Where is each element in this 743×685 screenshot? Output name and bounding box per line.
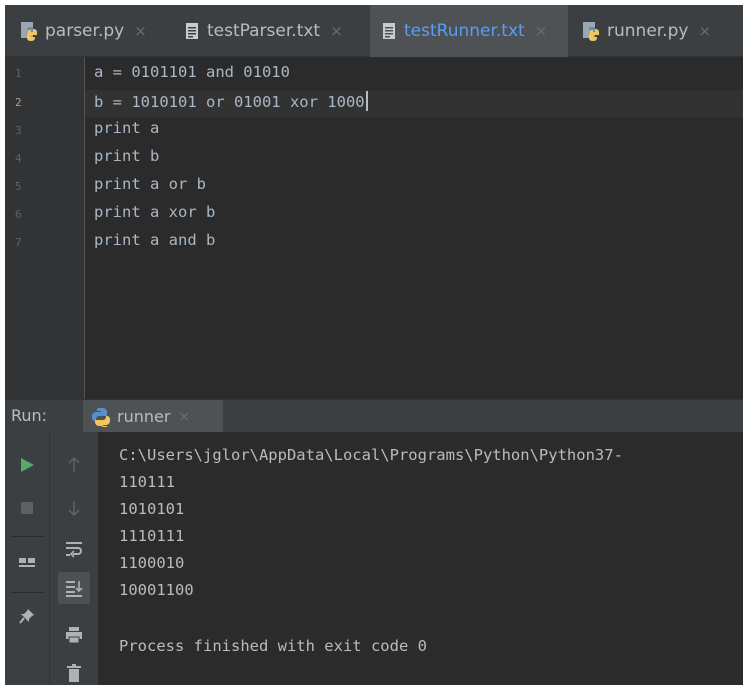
run-label: Run:: [11, 406, 48, 425]
console-output-line: 110111: [119, 473, 175, 491]
scroll-to-end-button[interactable]: [58, 572, 90, 604]
console-output-line: 1110111: [119, 527, 185, 545]
line-number: 3: [15, 124, 22, 137]
previous-occurrence-button[interactable]: [61, 452, 87, 478]
line-number: 7: [15, 236, 22, 249]
close-tab-icon[interactable]: ×: [178, 409, 190, 425]
python-file-icon: [583, 22, 599, 41]
code-line[interactable]: print a and b: [94, 231, 215, 249]
line-number: 1: [15, 67, 22, 80]
python-icon: [92, 407, 110, 427]
soft-wrap-button[interactable]: [61, 536, 87, 562]
tab-parser-py[interactable]: parser.py ×: [19, 5, 147, 57]
run-tab-runner[interactable]: runner ×: [83, 400, 223, 433]
close-tab-icon[interactable]: ×: [134, 22, 147, 40]
editor-tab-bar: parser.py × testParser.txt × testRunner.…: [5, 5, 743, 57]
line-number-gutter: 1 2 3 4 5 6 7: [5, 57, 85, 399]
code-line[interactable]: print a or b: [94, 175, 206, 193]
text-file-icon: [186, 23, 198, 39]
layout-icon: [19, 558, 35, 567]
close-tab-icon[interactable]: ×: [330, 22, 343, 40]
next-occurrence-button[interactable]: [61, 495, 87, 521]
stop-button[interactable]: [14, 495, 40, 521]
python-file-icon: [21, 22, 37, 41]
tab-label: testRunner.txt: [404, 21, 525, 41]
console-exit-message: Process finished with exit code 0: [119, 637, 427, 655]
console-output-line: C:\Users\jglor\AppData\Local\Programs\Py…: [119, 446, 623, 464]
code-line[interactable]: print b: [94, 147, 159, 165]
tab-label: parser.py: [45, 21, 125, 41]
run-toolbar-left: [5, 432, 50, 685]
toolbar-separator: [11, 536, 44, 537]
line-number: 6: [15, 208, 22, 221]
tab-label: testParser.txt: [207, 21, 321, 41]
tab-testrunner-txt[interactable]: testRunner.txt ×: [370, 5, 568, 57]
run-toolbar-right: [50, 432, 98, 685]
scroll-to-end-icon: [66, 581, 83, 597]
tab-testparser-txt[interactable]: testParser.txt ×: [185, 5, 343, 57]
close-tab-icon[interactable]: ×: [535, 22, 548, 40]
code-line[interactable]: a = 0101101 and 01010: [94, 63, 290, 81]
ide-window: parser.py × testParser.txt × testRunner.…: [5, 5, 743, 685]
clear-all-button[interactable]: [61, 660, 87, 685]
run-tool-window-header: Run: runner ×: [5, 399, 743, 433]
console-output-line: 1010101: [119, 500, 185, 518]
text-caret: [365, 91, 368, 111]
run-icon: [21, 458, 34, 472]
print-button[interactable]: [61, 622, 87, 648]
pin-tab-button[interactable]: [14, 603, 40, 629]
code-line[interactable]: print a: [94, 119, 159, 137]
pin-icon: [19, 609, 34, 624]
tab-runner-py[interactable]: runner.py ×: [581, 5, 711, 57]
print-icon: [66, 627, 82, 644]
code-line-current[interactable]: b = 1010101 or 01001 xor 1000: [94, 91, 368, 111]
run-tab-label: runner: [117, 407, 171, 426]
console-output-line: 1100010: [119, 554, 185, 572]
toolbar-separator: [11, 592, 44, 593]
layout-button[interactable]: [14, 549, 40, 575]
up-arrow-icon: [68, 457, 80, 472]
code-editor[interactable]: 1 2 3 4 5 6 7 a = 0101101 and 01010 b = …: [5, 57, 743, 399]
stop-icon: [21, 502, 33, 514]
rerun-button[interactable]: [14, 452, 40, 478]
close-tab-icon[interactable]: ×: [698, 22, 711, 40]
run-console-panel: C:\Users\jglor\AppData\Local\Programs\Py…: [5, 432, 743, 685]
text-file-icon: [383, 23, 395, 39]
line-number: 4: [15, 152, 22, 165]
tab-label: runner.py: [607, 21, 689, 41]
console-output-line: 10001100: [119, 581, 194, 599]
code-line[interactable]: print a xor b: [94, 203, 215, 221]
soft-wrap-icon: [66, 542, 82, 558]
line-number: 2: [15, 96, 22, 109]
down-arrow-icon: [68, 501, 80, 516]
code-line-text: b = 1010101 or 01001 xor 1000: [94, 93, 365, 111]
line-number: 5: [15, 180, 22, 193]
trash-icon: [67, 664, 81, 682]
